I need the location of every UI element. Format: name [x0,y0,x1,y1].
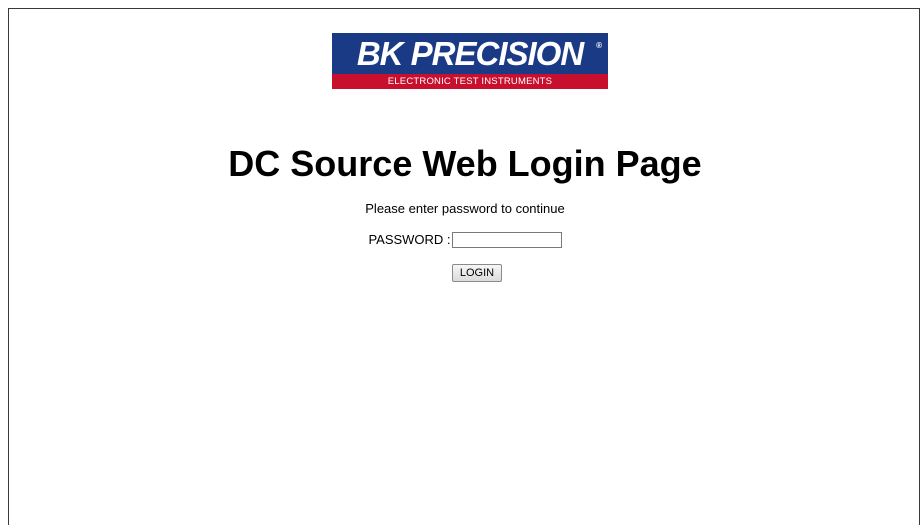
password-row: PASSWORD : [9,231,921,248]
page-frame: BK PRECISION ® ELECTRONIC TEST INSTRUMEN… [8,8,920,525]
password-label: PASSWORD : [368,232,451,248]
logo-tagline: ELECTRONIC TEST INSTRUMENTS [332,74,608,89]
bk-precision-logo: BK PRECISION ® ELECTRONIC TEST INSTRUMEN… [332,33,608,89]
password-input[interactable] [451,231,562,248]
login-button[interactable]: LOGIN [452,264,502,282]
logo-brand-text: BK PRECISION [356,35,584,72]
login-instruction: Please enter password to continue [365,201,565,216]
page-title: DC Source Web Login Page [228,143,702,184]
logo-registered-mark: ® [596,41,602,50]
login-button-row: LOGIN [9,263,921,282]
